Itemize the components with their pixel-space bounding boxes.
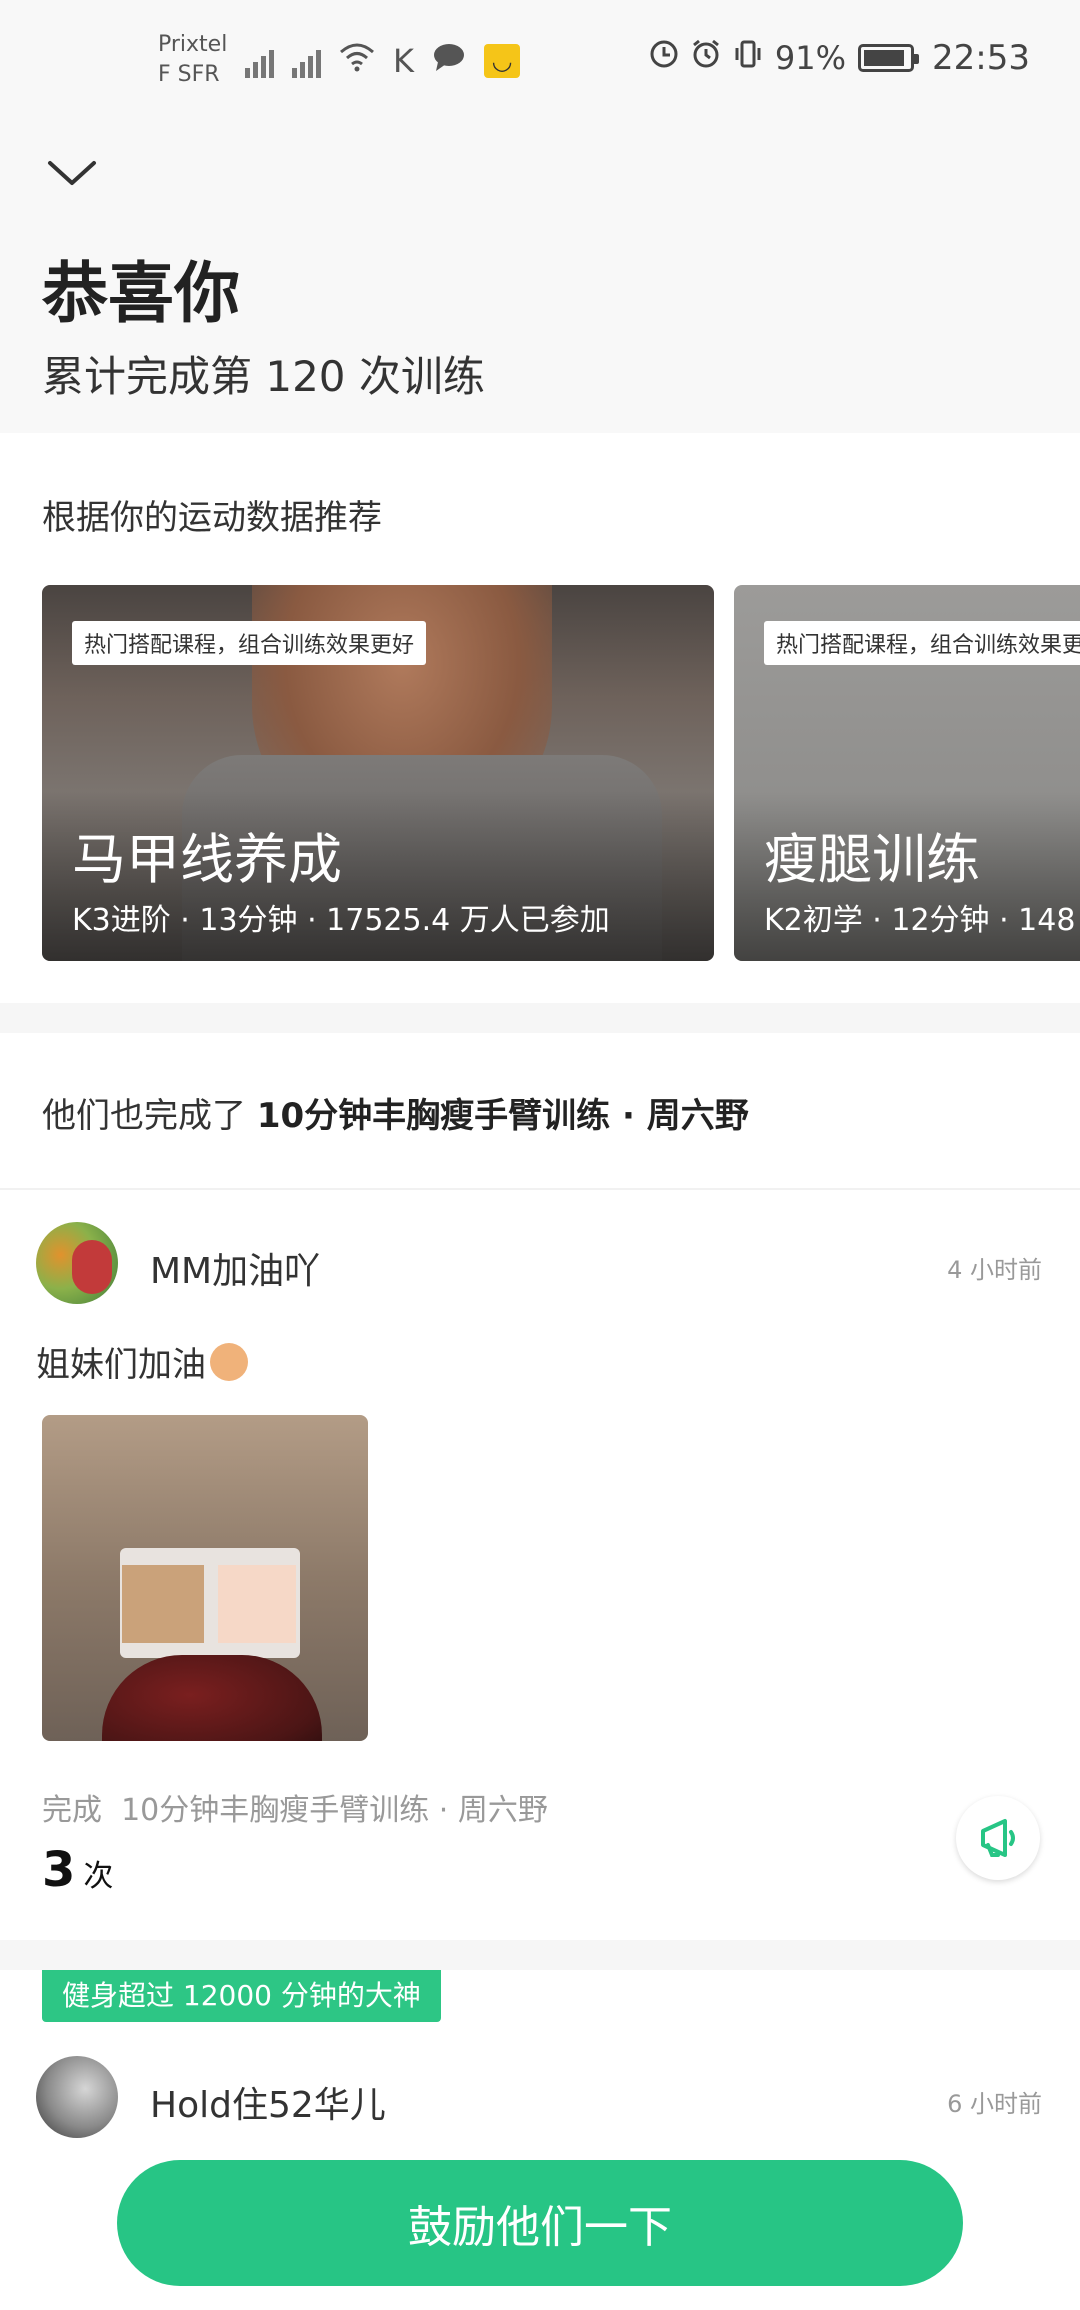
card-meta: K2初学 · 12分钟 · 148 [764, 903, 1076, 938]
smile-app-icon: ◡ [483, 44, 520, 78]
completed-course-name: 10分钟丰胸瘦手臂训练 · 周六野 [121, 1793, 548, 1828]
signal-roaming-icon [292, 44, 321, 78]
vibrate-icon [733, 39, 763, 77]
carrier-line1: Prixtel [158, 32, 228, 57]
achievement-badge: 健身超过 12000 分钟的大神 [42, 1970, 441, 2022]
alarm-icon [691, 39, 721, 77]
battery-icon [858, 44, 920, 72]
section-divider [0, 1940, 1080, 1970]
clock: 22:53 [932, 38, 1030, 78]
card-title: 瘦腿训练 [764, 828, 980, 891]
battery-fill [864, 50, 905, 66]
status-bar: Prixtel F SFR K ◡ 91% 22:53 [0, 0, 1080, 125]
page-title: 恭喜你 [42, 255, 240, 332]
completed-label: 完成 [42, 1793, 102, 1828]
wifi-icon [339, 42, 375, 78]
chevron-down-icon[interactable] [44, 145, 100, 201]
count-unit: 次 [83, 1859, 114, 1894]
also-completed-heading: 他们也完成了 10分钟丰胸瘦手臂训练 · 周六野 [42, 1088, 749, 1137]
also-completed-course: 10分钟丰胸瘦手臂训练 · 周六野 [256, 1096, 749, 1136]
post-time: 4 小时前 [947, 1256, 1042, 1284]
k-app-icon: K [393, 42, 414, 80]
recommendation-label: 根据你的运动数据推荐 [42, 498, 382, 538]
cat-sticker [122, 1565, 204, 1643]
count-number: 3 [42, 1842, 76, 1898]
cartoon-sticker [218, 1565, 296, 1643]
post-text-content: 姐妹们加油 [36, 1345, 206, 1385]
recommendation-carousel[interactable]: 热门搭配课程，组合训练效果更好 马甲线养成 K3进阶 · 13分钟 · 1752… [0, 585, 1080, 961]
post-time: 6 小时前 [947, 2090, 1042, 2118]
data-saver-icon [649, 39, 679, 77]
status-icons-left: K ◡ [245, 42, 520, 78]
divider [0, 1188, 1080, 1190]
card-tag: 热门搭配课程，组合训练效果更好 [72, 621, 427, 665]
section-divider [0, 1003, 1080, 1033]
workout-count-subtitle: 累计完成第 120 次训练 [42, 352, 485, 401]
congrats-header: 恭喜你 累计完成第 120 次训练 [0, 125, 1080, 433]
post-text: 姐妹们加油 [36, 1337, 248, 1386]
card-tag: 热门搭配课程，组合训练效果更 [764, 621, 1080, 665]
also-completed-prefix: 他们也完成了 [42, 1096, 257, 1136]
avatar[interactable] [36, 1222, 118, 1304]
status-icons-right: 91% 22:53 [649, 38, 1030, 78]
carrier-line2: F SFR [158, 62, 220, 87]
course-card-1[interactable]: 热门搭配课程，组合训练效果更好 马甲线养成 K3进阶 · 13分钟 · 1752… [42, 585, 714, 961]
battery-percent: 91% [774, 39, 847, 77]
card-meta: K3进阶 · 13分钟 · 17525.4 万人已参加 [72, 903, 610, 938]
post-username[interactable]: MM加油吖 [150, 1242, 320, 1294]
card-title: 马甲线养成 [72, 828, 342, 891]
completed-count: 3次 [42, 1842, 113, 1898]
flexed-biceps-emoji-icon [210, 1342, 248, 1381]
post-image[interactable] [42, 1415, 368, 1741]
chat-icon [432, 42, 466, 78]
feet-photo [102, 1655, 322, 1741]
cheer-button[interactable] [956, 1796, 1040, 1880]
signal-icon [245, 44, 274, 78]
course-card-2[interactable]: 热门搭配课程，组合训练效果更 瘦腿训练 K2初学 · 12分钟 · 148 [734, 585, 1080, 961]
encourage-button[interactable]: 鼓励他们一下 [117, 2160, 963, 2286]
avatar[interactable] [36, 2056, 118, 2138]
post-username[interactable]: Hold住52华儿 [150, 2076, 386, 2128]
megaphone-icon [981, 1819, 1015, 1857]
carrier-label: Prixtel F SFR [158, 30, 227, 90]
completed-course-label: 完成 10分钟丰胸瘦手臂训练 · 周六野 [42, 1785, 548, 1829]
